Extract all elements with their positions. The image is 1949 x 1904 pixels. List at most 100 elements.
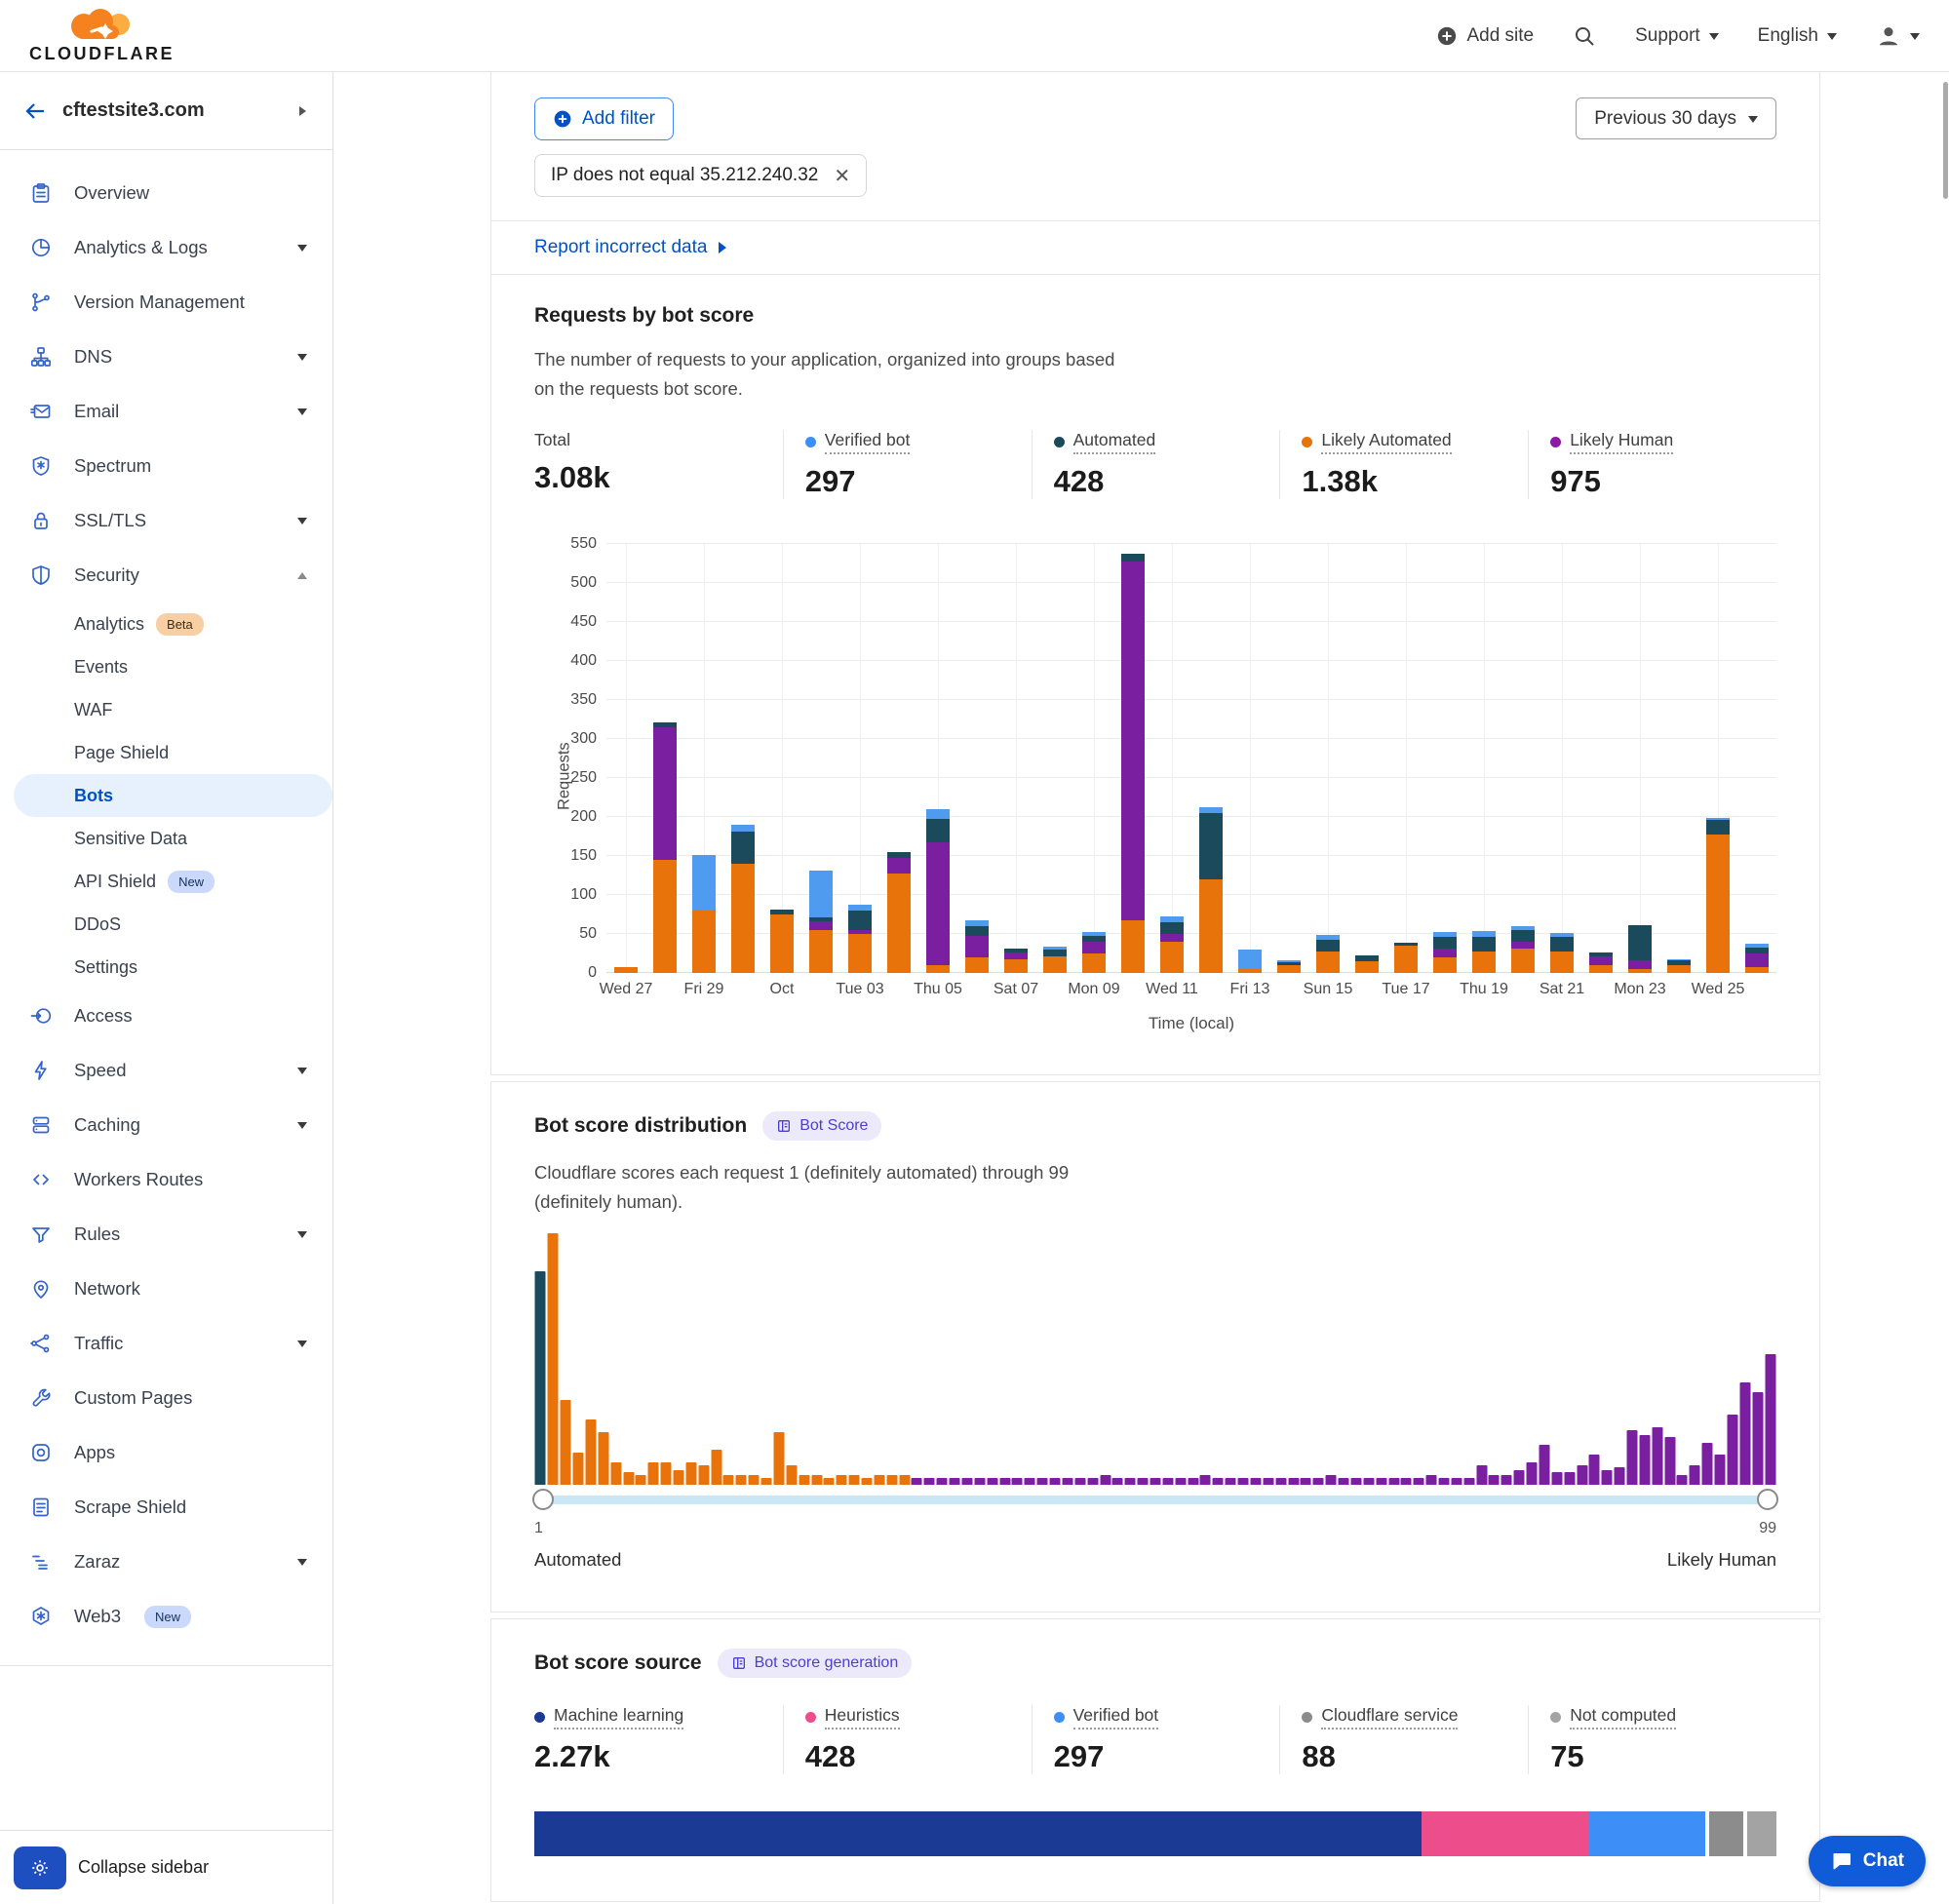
scrollbar-thumb[interactable] xyxy=(1943,82,1948,199)
histogram-bar[interactable] xyxy=(1463,1478,1474,1486)
sidebar-item-speed[interactable]: Speed xyxy=(0,1043,332,1098)
sidebar-item-network[interactable]: Network xyxy=(0,1262,332,1316)
histogram-bar[interactable] xyxy=(912,1478,922,1486)
sidebar-item-security[interactable]: Security xyxy=(0,548,332,602)
stacked-bar[interactable] xyxy=(1589,952,1613,973)
histogram-bar[interactable] xyxy=(585,1419,596,1485)
histogram-bar[interactable] xyxy=(1275,1478,1286,1486)
sidebar-item-zaraz[interactable]: Zaraz xyxy=(0,1535,332,1589)
stat-label[interactable]: Cloudflare service xyxy=(1321,1705,1458,1729)
stacked-bar[interactable] xyxy=(653,722,677,974)
source-segment-machine-learning[interactable] xyxy=(534,1811,1422,1856)
stacked-bar[interactable] xyxy=(770,910,794,973)
histogram-bar[interactable] xyxy=(1401,1478,1412,1486)
histogram-bar[interactable] xyxy=(1175,1478,1186,1486)
histogram-bar[interactable] xyxy=(1451,1478,1462,1486)
histogram-bar[interactable] xyxy=(698,1465,709,1486)
stacked-bar[interactable] xyxy=(1667,959,1691,973)
histogram-bar[interactable] xyxy=(1501,1475,1512,1485)
sidebar-item-settings[interactable]: Settings xyxy=(0,946,332,989)
histogram-bar[interactable] xyxy=(950,1478,960,1486)
histogram-bar[interactable] xyxy=(1527,1462,1538,1485)
collapse-sidebar-label[interactable]: Collapse sidebar xyxy=(78,1857,209,1878)
sidebar-item-api-shield[interactable]: API ShieldNew xyxy=(0,860,332,903)
stat-label[interactable]: Verified bot xyxy=(1073,1705,1159,1729)
histogram-bar[interactable] xyxy=(535,1271,546,1485)
histogram-bar[interactable] xyxy=(610,1462,621,1485)
histogram-bar[interactable] xyxy=(1350,1478,1361,1486)
histogram-bar[interactable] xyxy=(1250,1478,1261,1486)
histogram-bar[interactable] xyxy=(1100,1475,1111,1485)
sidebar-item-version-management[interactable]: Version Management xyxy=(0,275,332,330)
sidebar-item-events[interactable]: Events xyxy=(0,645,332,688)
histogram-bar[interactable] xyxy=(886,1475,897,1485)
histogram-bar[interactable] xyxy=(661,1462,672,1485)
source-segment-not-computed[interactable] xyxy=(1747,1811,1776,1856)
slider-track[interactable] xyxy=(534,1496,1776,1504)
histogram-bar[interactable] xyxy=(1664,1437,1675,1485)
stacked-bar[interactable] xyxy=(1004,949,1028,974)
stacked-bar[interactable] xyxy=(1121,554,1145,973)
sidebar-item-custom-pages[interactable]: Custom Pages xyxy=(0,1371,332,1425)
histogram-bar[interactable] xyxy=(1414,1478,1424,1486)
histogram-bar[interactable] xyxy=(1589,1455,1600,1485)
histogram-bar[interactable] xyxy=(1037,1478,1048,1486)
sidebar-item-analytics[interactable]: AnalyticsBeta xyxy=(0,602,332,645)
histogram-bar[interactable] xyxy=(1752,1392,1763,1485)
cloudflare-logo[interactable]: CLOUDFLARE xyxy=(29,9,175,62)
histogram-bar[interactable] xyxy=(1577,1465,1587,1486)
source-segment-verified-bot[interactable] xyxy=(1589,1811,1705,1856)
histogram-bar[interactable] xyxy=(1739,1382,1750,1486)
remove-filter-icon[interactable]: ✕ xyxy=(834,164,850,188)
stacked-bar[interactable] xyxy=(1628,925,1652,974)
histogram-bar[interactable] xyxy=(623,1472,634,1485)
histogram-bar[interactable] xyxy=(811,1475,822,1485)
stacked-bar[interactable] xyxy=(731,825,755,973)
sidebar-item-scrape-shield[interactable]: Scrape Shield xyxy=(0,1480,332,1535)
histogram-bar[interactable] xyxy=(1150,1478,1161,1486)
histogram-bar[interactable] xyxy=(673,1470,683,1485)
zone-selector[interactable]: cftestsite3.com xyxy=(0,72,332,150)
stacked-bar[interactable] xyxy=(1277,960,1301,973)
histogram-bar[interactable] xyxy=(749,1475,760,1485)
stacked-bar[interactable] xyxy=(1043,947,1067,973)
histogram-bar[interactable] xyxy=(1188,1478,1198,1486)
histogram-bar[interactable] xyxy=(1426,1475,1437,1485)
stacked-bar[interactable] xyxy=(1160,916,1184,973)
histogram-bar[interactable] xyxy=(961,1478,972,1486)
histogram-bar[interactable] xyxy=(1074,1478,1085,1486)
add-site-button[interactable]: Add site xyxy=(1436,25,1534,47)
source-segment-cloudflare-service[interactable] xyxy=(1709,1811,1743,1856)
sidebar-item-bots[interactable]: Bots xyxy=(14,774,332,817)
sidebar-item-overview[interactable]: Overview xyxy=(0,166,332,220)
histogram-bar[interactable] xyxy=(1702,1443,1713,1486)
stacked-bar[interactable] xyxy=(1511,926,1535,973)
sidebar-item-rules[interactable]: Rules xyxy=(0,1207,332,1262)
bot-score-docs-badge[interactable]: Bot Score xyxy=(762,1111,881,1141)
histogram-bar[interactable] xyxy=(1489,1475,1500,1485)
histogram-bar[interactable] xyxy=(598,1432,608,1485)
histogram-bar[interactable] xyxy=(1087,1478,1098,1486)
histogram-bar[interactable] xyxy=(1301,1478,1311,1486)
stacked-bar[interactable] xyxy=(965,920,989,973)
sidebar-item-apps[interactable]: Apps xyxy=(0,1425,332,1480)
histogram-bar[interactable] xyxy=(1226,1478,1236,1486)
stacked-bar[interactable] xyxy=(887,852,911,973)
histogram-bar[interactable] xyxy=(773,1432,784,1485)
histogram-bar[interactable] xyxy=(1476,1465,1487,1486)
histogram-bar[interactable] xyxy=(685,1462,696,1485)
stacked-bar[interactable] xyxy=(1706,818,1730,973)
sidebar-item-ssl-tls[interactable]: SSL/TLS xyxy=(0,493,332,548)
histogram-bar[interactable] xyxy=(1376,1478,1386,1486)
stacked-bar[interactable] xyxy=(926,809,950,973)
histogram-bar[interactable] xyxy=(837,1475,847,1485)
account-menu[interactable] xyxy=(1876,23,1920,49)
stat-label[interactable]: Automated xyxy=(1073,430,1156,454)
histogram-bar[interactable] xyxy=(874,1475,884,1485)
histogram-bar[interactable] xyxy=(899,1475,910,1485)
histogram-bar[interactable] xyxy=(648,1462,659,1485)
histogram-bar[interactable] xyxy=(1012,1478,1023,1486)
sidebar-item-traffic[interactable]: Traffic xyxy=(0,1316,332,1371)
histogram-bar[interactable] xyxy=(1213,1478,1224,1486)
sidebar-item-dns[interactable]: DNS xyxy=(0,330,332,384)
